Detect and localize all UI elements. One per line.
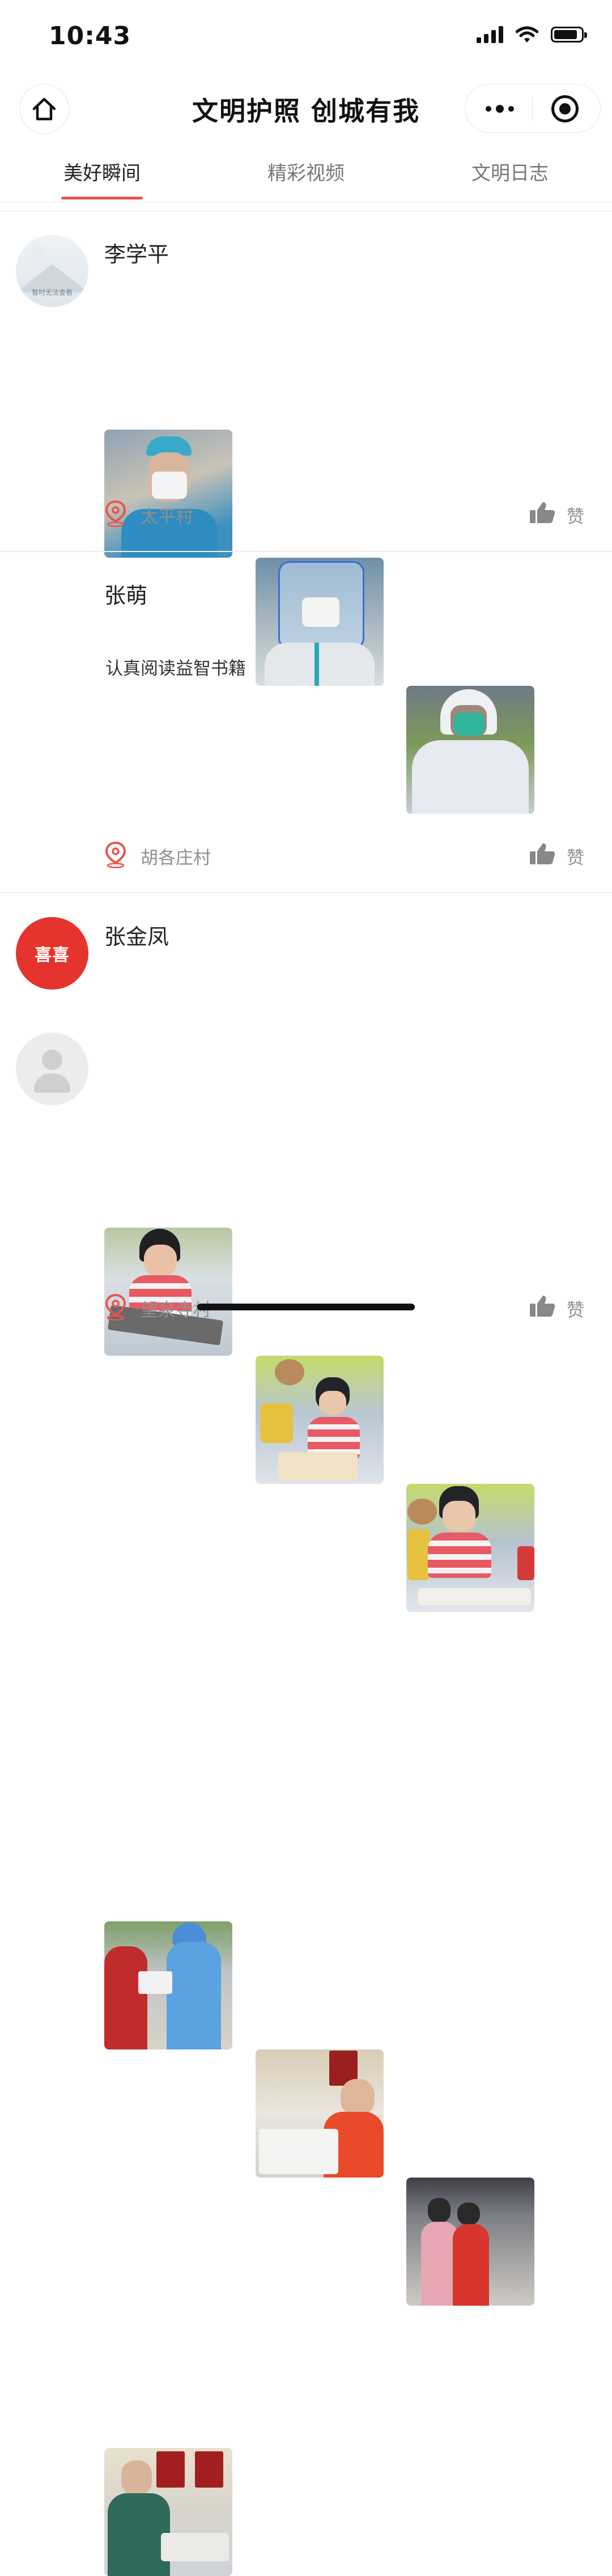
location-pin-icon <box>105 1293 126 1321</box>
home-indicator[interactable] <box>197 1304 415 1310</box>
post-photo[interactable] <box>104 1228 232 1356</box>
post-divider <box>0 551 612 552</box>
thumbs-up-icon[interactable] <box>529 1295 555 1317</box>
more-menu-icon[interactable] <box>486 105 514 113</box>
location-pin-icon <box>105 500 126 527</box>
like-label[interactable]: 赞 <box>567 843 584 869</box>
tab-civility-log[interactable]: 文明日志 <box>471 158 549 185</box>
like-label[interactable]: 赞 <box>567 1296 584 1321</box>
avatar[interactable] <box>16 1033 88 1105</box>
avatar[interactable]: 暂时无法查看 <box>16 235 88 307</box>
post-location: 太平村 <box>141 507 193 527</box>
avatar[interactable]: 喜喜 <box>16 917 88 990</box>
post-photo[interactable] <box>104 2448 232 2576</box>
post-photo[interactable] <box>256 558 384 686</box>
post-photo[interactable] <box>256 2049 384 2178</box>
post-photo[interactable] <box>104 1921 232 2049</box>
status-icons <box>477 26 587 43</box>
cellular-signal-icon <box>477 26 503 43</box>
post-text: 认真阅读益智书籍 <box>105 659 246 679</box>
tab-videos[interactable]: 精彩视频 <box>267 158 345 185</box>
post-photo[interactable] <box>256 1356 384 1484</box>
post-author-name: 张萌 <box>104 583 148 608</box>
close-miniprogram-icon[interactable] <box>551 95 579 122</box>
battery-icon <box>551 27 587 43</box>
tab-beautiful-moments[interactable]: 美好瞬间 <box>63 158 141 185</box>
capsule-divider <box>532 97 533 121</box>
like-label[interactable]: 赞 <box>567 502 584 528</box>
post-author-name: 张金凤 <box>104 924 169 949</box>
post-photo[interactable] <box>406 686 534 814</box>
post-location: 胡各庄村 <box>141 848 211 868</box>
thumbs-up-icon[interactable] <box>529 842 555 865</box>
post-photo[interactable] <box>406 2178 534 2306</box>
location-pin-icon <box>105 841 126 868</box>
avatar-caption: 暂时无法查看 <box>31 288 73 296</box>
post-photo[interactable] <box>406 1484 534 1612</box>
wifi-icon <box>516 26 538 43</box>
post-divider <box>0 892 612 893</box>
mini-program-capsule[interactable] <box>465 84 601 133</box>
active-tab-indicator <box>61 197 143 200</box>
post-photo[interactable] <box>104 430 232 558</box>
thumbs-up-icon[interactable] <box>529 501 555 524</box>
avatar-text: 喜喜 <box>35 945 70 965</box>
post-author-name: 李学平 <box>104 242 169 267</box>
status-time: 10:43 <box>49 22 131 50</box>
